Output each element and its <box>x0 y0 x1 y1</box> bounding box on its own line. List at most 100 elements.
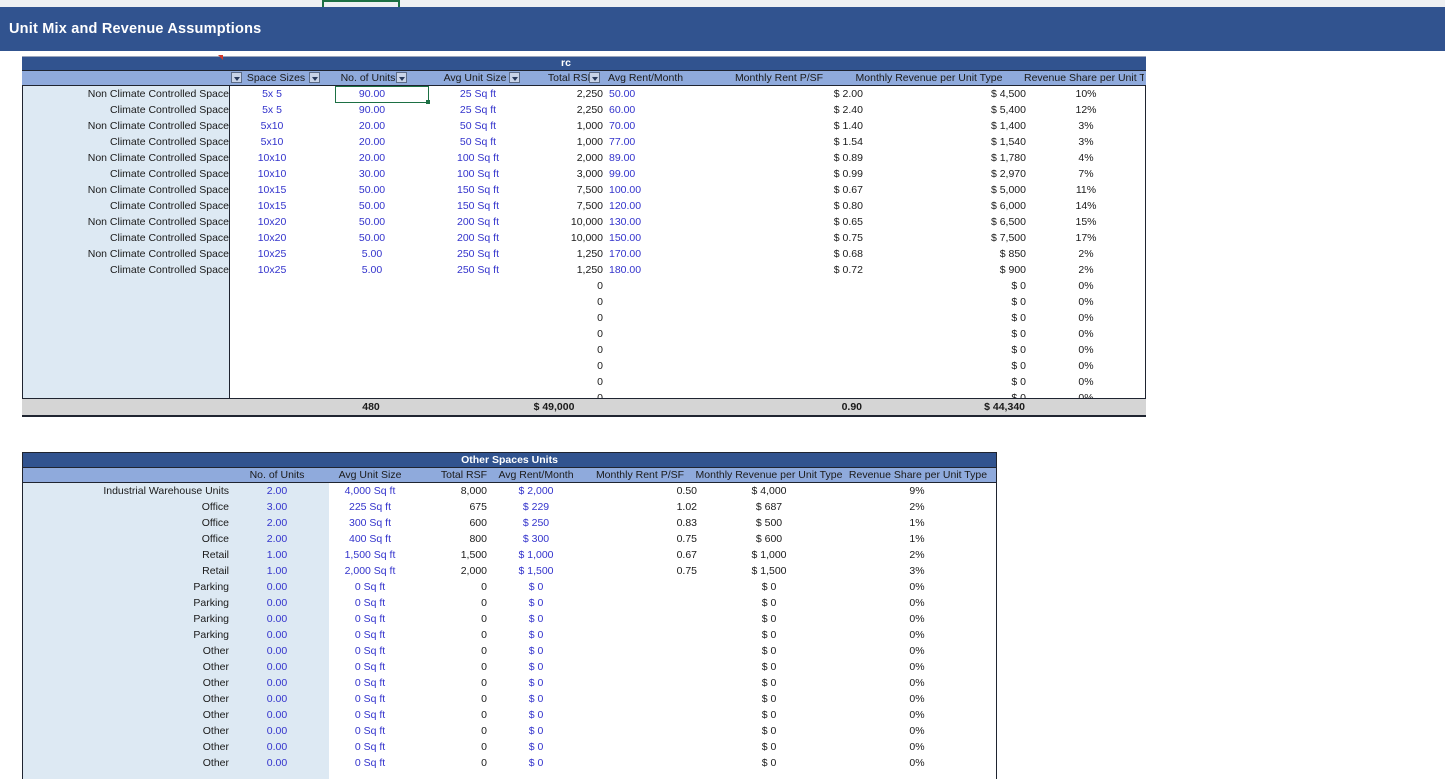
table-cell-type[interactable]: Other <box>23 691 231 707</box>
table-row[interactable]: Other0.000 Sq ft0$ 0$ 00% <box>23 659 996 675</box>
table-cell-units[interactable]: 0.00 <box>231 723 323 739</box>
table-cell-units[interactable] <box>315 374 429 390</box>
table-cell-avg_rent[interactable]: $ 1,500 <box>491 563 581 579</box>
table-cell-units[interactable]: 5.00 <box>315 246 429 262</box>
table-cell-avg_unit_size[interactable] <box>430 294 526 310</box>
table-cell-rent_psf[interactable] <box>697 326 881 342</box>
table-cell-avg_unit_size[interactable]: 4,000 Sq ft <box>323 483 417 499</box>
table-row[interactable]: Climate Controlled Space10x2050.00200 Sq… <box>23 230 1145 246</box>
table-cell-revenue[interactable]: $ 0 <box>699 611 839 627</box>
table-cell-type[interactable] <box>23 342 233 358</box>
table-cell-size[interactable]: 10x20 <box>230 214 314 230</box>
table-cell-units[interactable]: 0.00 <box>231 595 323 611</box>
table-cell-revenue[interactable]: $ 0 <box>699 691 839 707</box>
table-row[interactable]: Retail1.001,500 Sq ft1,500$ 1,0000.67$ 1… <box>23 547 996 563</box>
table-cell-units[interactable] <box>315 278 429 294</box>
table-cell-rent_psf[interactable] <box>697 294 881 310</box>
table-cell-type[interactable] <box>23 310 233 326</box>
table-row[interactable]: Non Climate Controlled Space10x1020.0010… <box>23 150 1145 166</box>
table-row[interactable]: Industrial Warehouse Units2.004,000 Sq f… <box>23 483 996 499</box>
table-cell-share[interactable]: 12% <box>1027 102 1145 118</box>
table-cell-size[interactable] <box>230 358 314 374</box>
table-cell-units[interactable]: 50.00 <box>315 198 429 214</box>
table-cell-type[interactable] <box>23 278 233 294</box>
table-cell-revenue[interactable]: $ 1,500 <box>699 563 839 579</box>
table-cell-size[interactable] <box>230 374 314 390</box>
table-cell-rent_psf[interactable]: $ 0.75 <box>697 230 881 246</box>
table-cell-total_rsf[interactable]: 7,500 <box>527 198 609 214</box>
table-row[interactable]: 0$ 00% <box>23 374 1145 390</box>
table-cell-avg_unit_size[interactable] <box>430 342 526 358</box>
table-cell-total_rsf[interactable]: 0 <box>527 374 609 390</box>
table-cell-avg_rent[interactable]: $ 0 <box>491 627 581 643</box>
table-cell-type[interactable]: Other <box>23 755 231 771</box>
table-cell-rent_psf[interactable]: $ 0.80 <box>697 198 881 214</box>
table-row[interactable]: Retail1.002,000 Sq ft2,000$ 1,5000.75$ 1… <box>23 563 996 579</box>
table-cell-type[interactable]: Parking <box>23 627 231 643</box>
table-cell-rent_psf[interactable] <box>583 595 705 611</box>
table-cell-avg_rent[interactable]: 120.00 <box>604 198 701 214</box>
table-cell-rent_psf[interactable]: 0.75 <box>583 563 705 579</box>
table-cell-total_rsf[interactable]: 0 <box>527 342 609 358</box>
table-cell-units[interactable]: 1.00 <box>231 547 323 563</box>
table-cell-units[interactable] <box>315 326 429 342</box>
table-row[interactable]: Other0.000 Sq ft0$ 0$ 00% <box>23 723 996 739</box>
table-cell-rent_psf[interactable] <box>583 739 705 755</box>
table-row[interactable]: Other0.000 Sq ft0$ 0$ 00% <box>23 675 996 691</box>
table-cell-revenue[interactable]: $ 500 <box>699 515 839 531</box>
table-cell-type[interactable]: Climate Controlled Space <box>23 262 233 278</box>
filter-dropdown-icon[interactable] <box>396 72 407 83</box>
table-row[interactable]: Climate Controlled Space10x1550.00150 Sq… <box>23 198 1145 214</box>
table-cell-avg_rent[interactable] <box>604 374 701 390</box>
table-cell-units[interactable] <box>315 294 429 310</box>
table-cell-avg_rent[interactable]: $ 0 <box>491 675 581 691</box>
table-cell-avg_unit_size[interactable]: 0 Sq ft <box>323 595 417 611</box>
table-cell-share[interactable]: 0% <box>841 595 993 611</box>
table-cell-avg_unit_size[interactable]: 0 Sq ft <box>323 723 417 739</box>
table-cell-total_rsf[interactable]: 10,000 <box>527 214 609 230</box>
table-cell-size[interactable]: 5x10 <box>230 134 314 150</box>
table-row[interactable]: Climate Controlled Space10x255.00250 Sq … <box>23 262 1145 278</box>
table-cell-share[interactable]: 0% <box>841 739 993 755</box>
table-cell-type[interactable]: Office <box>23 499 231 515</box>
table-cell-rent_psf[interactable] <box>583 675 705 691</box>
table-cell-total_rsf[interactable]: 3,000 <box>527 166 609 182</box>
table-cell-type[interactable]: Non Climate Controlled Space <box>23 150 233 166</box>
table-cell-share[interactable]: 3% <box>841 563 993 579</box>
filter-dropdown-icon[interactable] <box>589 72 600 83</box>
table-cell-type[interactable]: Climate Controlled Space <box>23 230 233 246</box>
table-cell-rent_psf[interactable]: $ 2.40 <box>697 102 881 118</box>
table-row[interactable]: Non Climate Controlled Space10x2050.0020… <box>23 214 1145 230</box>
table-cell-type[interactable]: Office <box>23 531 231 547</box>
table-cell-units[interactable]: 0.00 <box>231 707 323 723</box>
table-row[interactable]: Other0.000 Sq ft0$ 0$ 00% <box>23 643 996 659</box>
table-cell-avg_unit_size[interactable]: 200 Sq ft <box>430 230 526 246</box>
table-cell-revenue[interactable]: $ 0 <box>699 659 839 675</box>
table-cell-size[interactable]: 10x15 <box>230 182 314 198</box>
fill-handle[interactable] <box>426 100 430 104</box>
table-cell-avg_rent[interactable]: 60.00 <box>604 102 701 118</box>
table-cell-rent_psf[interactable]: $ 0.68 <box>697 246 881 262</box>
table-cell-type[interactable]: Parking <box>23 595 231 611</box>
table-row[interactable]: 0$ 00% <box>23 358 1145 374</box>
table-cell-units[interactable]: 1.00 <box>231 563 323 579</box>
table-cell-avg_unit_size[interactable]: 150 Sq ft <box>430 182 526 198</box>
table-cell-avg_unit_size[interactable]: 50 Sq ft <box>430 134 526 150</box>
table-row[interactable]: 0$ 00% <box>23 342 1145 358</box>
table-cell-share[interactable]: 0% <box>841 659 993 675</box>
table-cell-units[interactable]: 0.00 <box>231 627 323 643</box>
table-cell-avg_unit_size[interactable]: 400 Sq ft <box>323 531 417 547</box>
table-cell-rent_psf[interactable] <box>697 358 881 374</box>
table-cell-avg_unit_size[interactable]: 250 Sq ft <box>430 262 526 278</box>
table-cell-units[interactable]: 5.00 <box>315 262 429 278</box>
table-row[interactable]: Climate Controlled Space10x1030.00100 Sq… <box>23 166 1145 182</box>
table-cell-total_rsf[interactable]: 0 <box>419 739 501 755</box>
table-cell-type[interactable]: Other <box>23 707 231 723</box>
table-cell-share[interactable]: 0% <box>841 707 993 723</box>
table-cell-type[interactable] <box>23 374 233 390</box>
table-cell-rent_psf[interactable] <box>583 691 705 707</box>
table-cell-size[interactable] <box>230 342 314 358</box>
table-cell-rent_psf[interactable] <box>697 278 881 294</box>
table-cell-rent_psf[interactable]: $ 0.99 <box>697 166 881 182</box>
table-cell-rent_psf[interactable] <box>583 755 705 771</box>
